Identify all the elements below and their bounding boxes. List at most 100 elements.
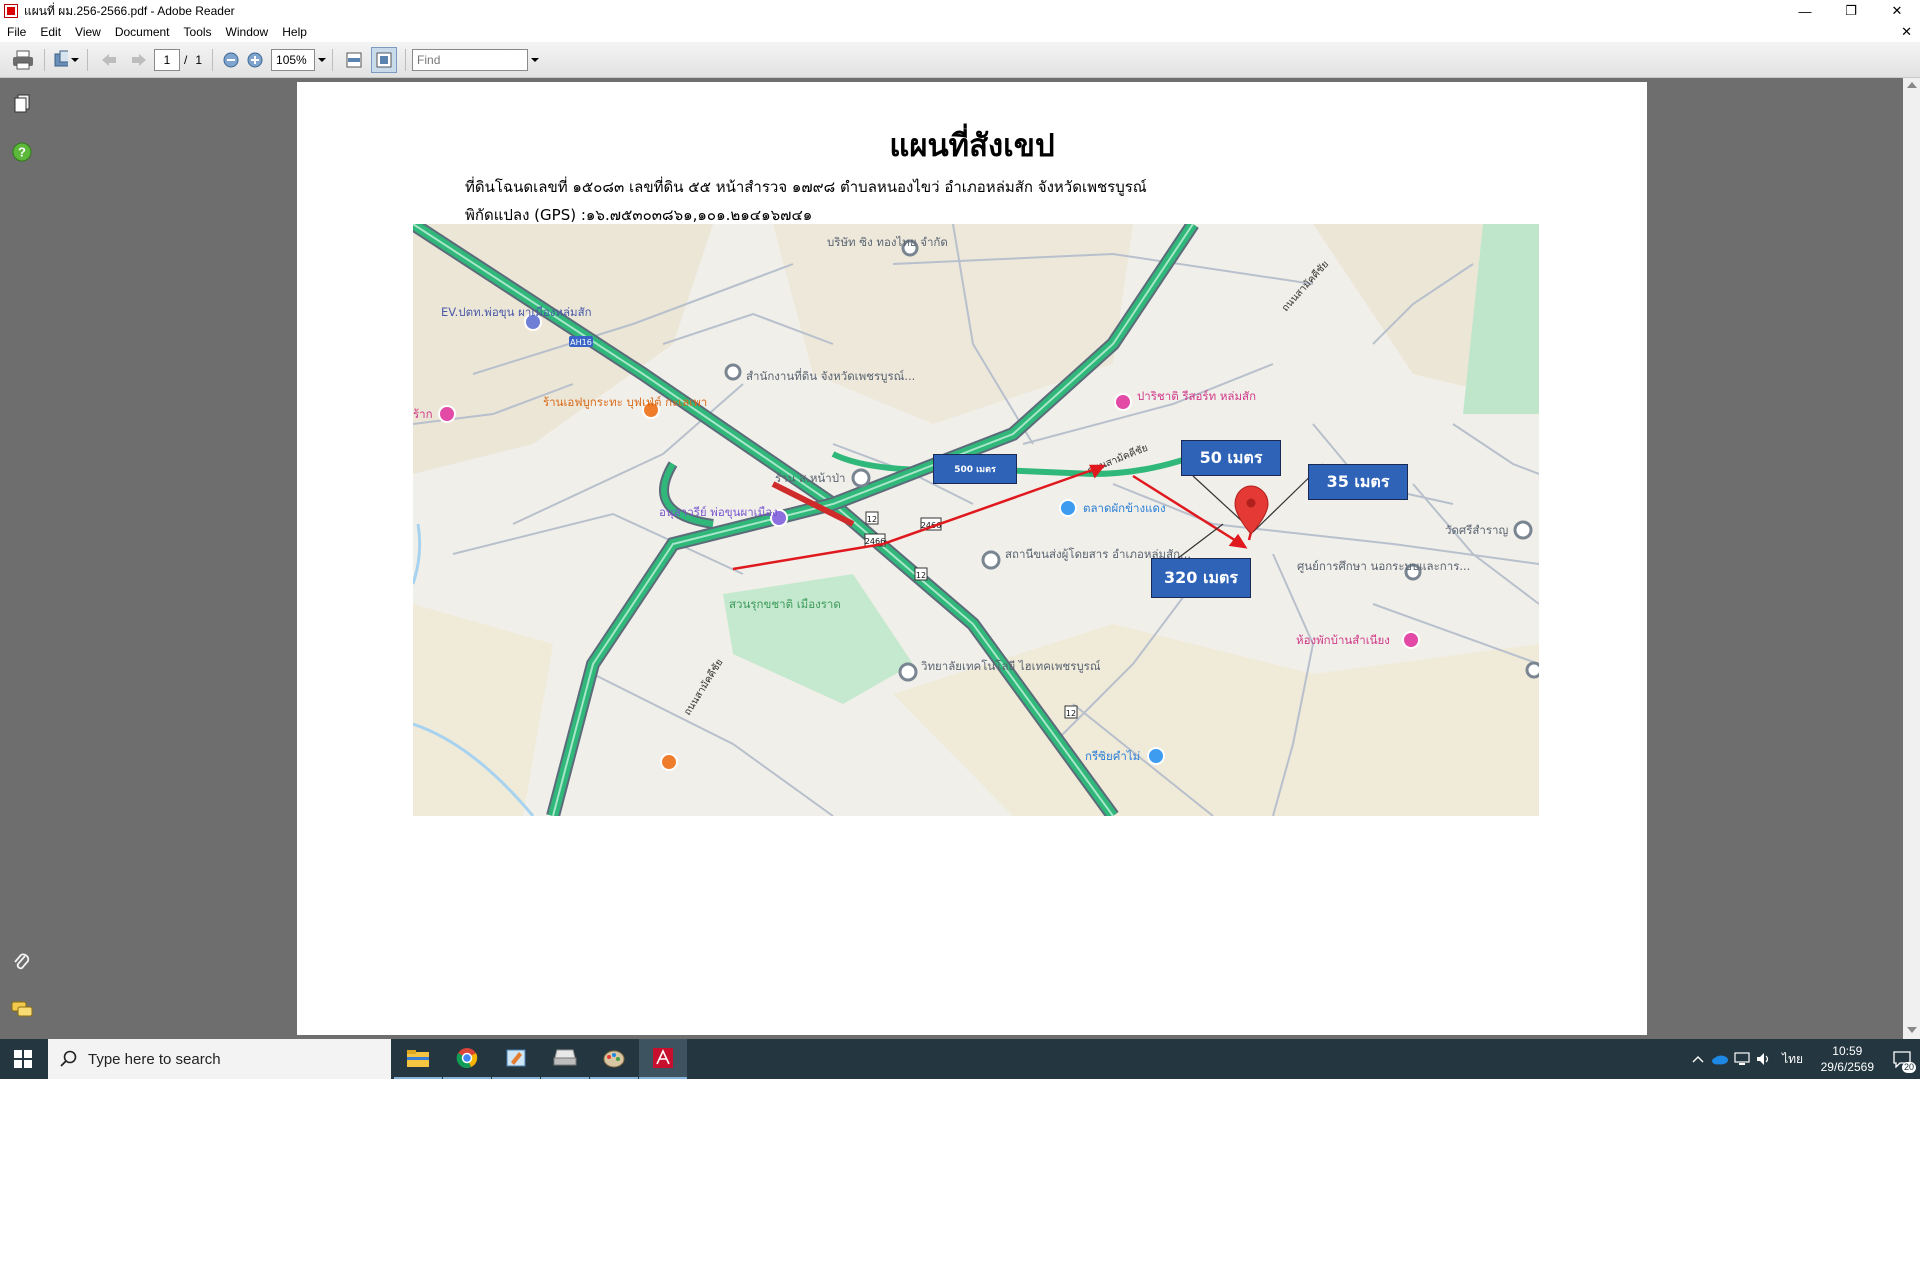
pages-icon (14, 94, 30, 113)
toolbar-separator (405, 48, 407, 71)
taskbar-chrome[interactable] (443, 1039, 491, 1079)
navigation-panel: ? (0, 78, 44, 1039)
map-label: กรีซิยคำไม่ (1085, 749, 1140, 763)
taskbar-paint[interactable] (492, 1039, 540, 1079)
search-icon (60, 1050, 77, 1067)
distance-callout-35m: 35 เมตร (1308, 464, 1408, 500)
pdf-page: แผนที่สังเขป ที่ดินโฉนดเลขที่ ๑๕๐๘๓ เลขท… (297, 82, 1647, 1035)
local-highway (831, 446, 1215, 478)
comments-button[interactable] (10, 998, 34, 1022)
share-icon (54, 50, 68, 66)
map-canvas: บริษัท ซิง ทองไทย จำกัด EV.ปตท.พ่อขุน ผา… (413, 224, 1539, 816)
toolbar-separator (212, 48, 214, 71)
map-label: ร้านเอฟบูกระทะ บุฟเฟ่ต์ กะเลเพา (543, 395, 707, 409)
paperclip-icon (14, 953, 30, 970)
menu-view[interactable]: View (68, 25, 108, 39)
scroll-up-icon[interactable] (1907, 82, 1917, 88)
window-title: แผนที่ ผม.256-2566.pdf - Adobe Reader (24, 3, 235, 18)
page-separator: / (184, 52, 188, 67)
onedrive-button[interactable] (1709, 1039, 1731, 1079)
toolbar-separator (332, 48, 334, 71)
page-total: 1 (195, 52, 203, 67)
cloud-icon (1711, 1055, 1728, 1065)
next-page-button[interactable] (126, 47, 152, 73)
map-label: วิทยาลัยเทคโนโลยี ไฮเทคเพชรบูรณ์ (920, 659, 1100, 673)
close-button[interactable]: ✕ (1874, 0, 1920, 22)
map-label: ตลาดผักข้างแดง (1083, 501, 1166, 515)
menu-file[interactable]: File (0, 25, 33, 39)
toolbar: 1 / 1 105% Find (0, 42, 1920, 78)
river (413, 523, 422, 585)
page-number-input[interactable]: 1 (154, 48, 180, 71)
menu-help[interactable]: Help (275, 25, 314, 39)
close-document-button[interactable]: ✕ (1901, 24, 1912, 40)
zoom-level-input[interactable]: 105% (271, 48, 316, 71)
fit-page-button[interactable] (371, 46, 398, 73)
menu-tools[interactable]: Tools (177, 25, 219, 39)
folder-icon (407, 1050, 429, 1067)
arrow-left-icon (102, 53, 116, 66)
network-button[interactable] (1731, 1039, 1753, 1079)
share-button[interactable] (53, 47, 79, 73)
vertical-scrollbar[interactable] (1903, 78, 1920, 1039)
taskbar-adobe-reader[interactable] (639, 1039, 687, 1079)
network-icon (1734, 1052, 1750, 1065)
pdf-file-icon (4, 4, 18, 18)
toolbar-separator (87, 48, 88, 71)
zoom-in-button[interactable] (245, 47, 265, 73)
comments-icon (11, 1001, 33, 1017)
help-icon: ? (12, 142, 32, 162)
clock[interactable]: 10:59 29/6/2569 (1821, 1043, 1874, 1075)
zoom-in-icon (247, 52, 263, 67)
attachments-button[interactable] (10, 950, 34, 974)
adobe-reader-icon (653, 1048, 673, 1068)
system-tray: ไทย 10:59 29/6/2569 20 (1687, 1039, 1920, 1079)
notification-center-button[interactable]: 20 (1884, 1039, 1920, 1079)
volume-button[interactable] (1753, 1039, 1775, 1079)
clock-time: 10:59 (1832, 1044, 1863, 1058)
fit-width-button[interactable] (341, 47, 367, 73)
terrain-area (773, 224, 1133, 424)
show-hidden-icons-button[interactable] (1687, 1039, 1709, 1079)
find-input[interactable]: Find (412, 48, 529, 71)
map-label: สวนรุกขชาติ เมืองราด (729, 597, 841, 611)
zoom-out-button[interactable] (221, 47, 241, 73)
map-label: ศูนย์การศึกษา นอกระบบและการ... (1297, 559, 1470, 573)
minimize-button[interactable]: — (1782, 0, 1828, 22)
menu-window[interactable]: Window (219, 25, 276, 39)
terrain-area (413, 604, 553, 816)
taskbar-printer-app[interactable] (541, 1039, 589, 1079)
menu-bar: File Edit View Document Tools Window Hel… (0, 22, 1920, 42)
menu-document[interactable]: Document (108, 25, 177, 39)
menu-edit[interactable]: Edit (33, 25, 68, 39)
chevron-down-icon (71, 57, 79, 62)
toolbar-separator (44, 48, 45, 71)
fit-width-icon (346, 52, 362, 67)
shield-label: 12 (916, 571, 926, 580)
road-label: ถนนสามัคคีชัย (1279, 258, 1331, 314)
park-area (723, 574, 913, 704)
document-workspace: ? แผนที่สังเขป ที่ดินโฉนดเลขที่ ๑๕๐๘๓ เล… (0, 78, 1920, 1039)
pages-panel-button[interactable] (10, 92, 34, 116)
taskbar-file-explorer[interactable] (394, 1039, 442, 1079)
zoom-dropdown-arrow[interactable] (318, 57, 327, 62)
start-button[interactable] (0, 1039, 46, 1079)
scroll-down-icon[interactable] (1907, 1027, 1917, 1033)
map-image: บริษัท ซิง ทองไทย จำกัด EV.ปตท.พ่อขุน ผา… (413, 224, 1539, 816)
taskbar-paint-brush-app[interactable] (590, 1039, 638, 1079)
chevron-up-icon (1692, 1056, 1704, 1063)
notification-count-badge: 20 (1901, 1062, 1916, 1073)
map-label: อนุสาวรีย์ พ่อขุนผาเมือง (659, 505, 778, 519)
help-button[interactable]: ? (10, 140, 34, 164)
previous-page-button[interactable] (96, 47, 122, 73)
restore-button[interactable]: ❐ (1828, 0, 1874, 22)
print-button[interactable] (10, 47, 36, 73)
distance-callout-320m: 320 เมตร (1151, 558, 1251, 598)
map-label: ร้าน ส.หน้าป่า (775, 471, 845, 485)
find-dropdown-arrow[interactable] (531, 57, 540, 62)
taskbar-search[interactable]: Type here to search (48, 1039, 391, 1079)
printer-icon (13, 50, 33, 69)
windows-logo-icon (14, 1050, 32, 1068)
input-language[interactable]: ไทย (1775, 1039, 1811, 1079)
arrow-right-icon (132, 53, 146, 66)
